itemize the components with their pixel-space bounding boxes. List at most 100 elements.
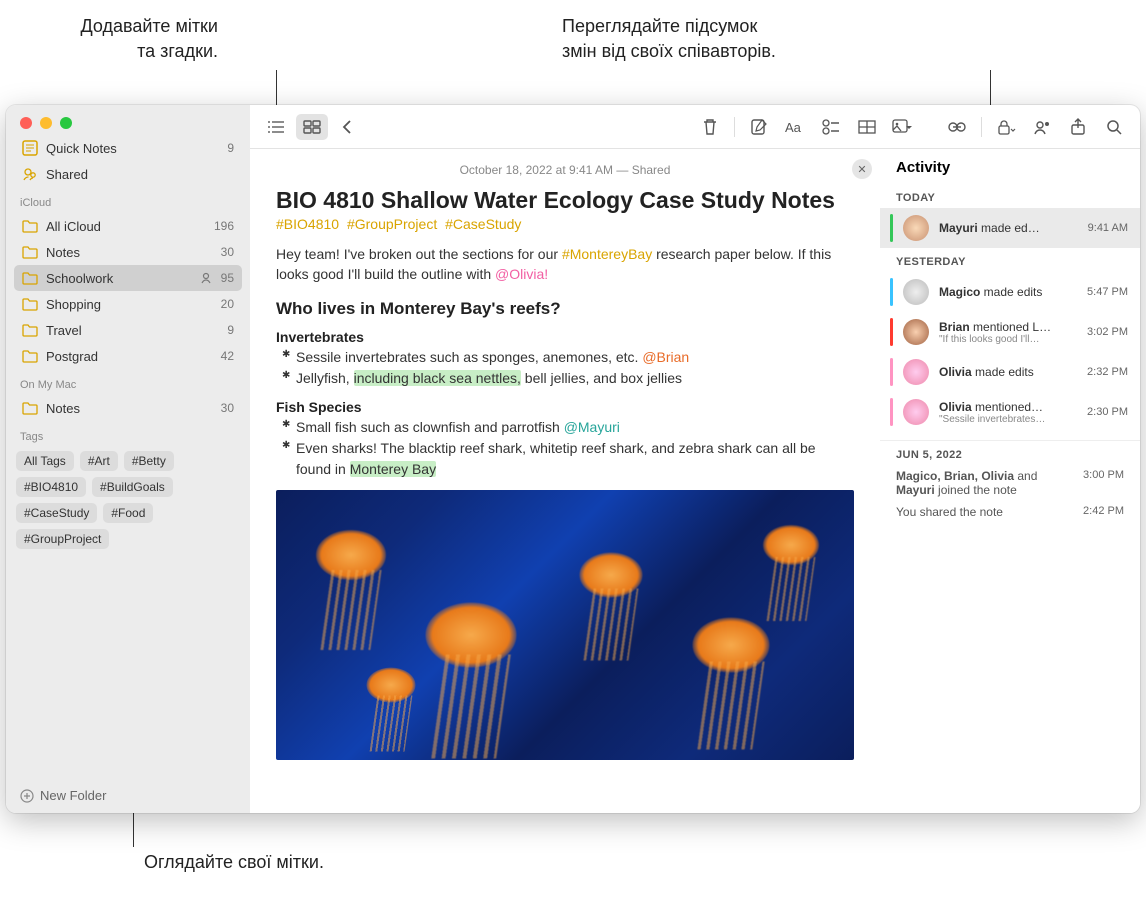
callout-tags-mentions: Додавайте мітки та згадки.	[80, 14, 218, 64]
activity-time: 9:41 AM	[1088, 222, 1128, 234]
share-button[interactable]	[1062, 114, 1094, 140]
sidebar-item-folder[interactable]: Notes 30	[14, 239, 242, 265]
sidebar-item-count: 42	[221, 349, 234, 363]
activity-item[interactable]: Brian mentioned L…"If this looks good I'…	[880, 312, 1140, 352]
folder-icon	[22, 270, 38, 286]
edit-highlight: including black sea nettles,	[354, 370, 521, 386]
new-folder-button[interactable]: New Folder	[6, 778, 250, 813]
note-subheading-invertebrates: Invertebrates	[276, 329, 854, 345]
zoom-window-button[interactable]	[60, 117, 72, 129]
close-activity-button[interactable]: ✕	[852, 159, 872, 179]
note-title: BIO 4810 Shallow Water Ecology Case Stud…	[276, 187, 854, 214]
activity-time: 2:30 PM	[1087, 406, 1128, 418]
folder-icon	[22, 244, 38, 260]
sidebar-section-tags: Tags	[6, 421, 250, 447]
toolbar: Aa	[250, 105, 1140, 149]
note-attached-image[interactable]	[276, 490, 854, 760]
sidebar-item-label: Travel	[46, 323, 219, 338]
tag-pill[interactable]: #Art	[80, 451, 118, 471]
sidebar-item-quick-notes[interactable]: Quick Notes 9	[14, 135, 242, 161]
sidebar-item-folder[interactable]: Shopping 20	[14, 291, 242, 317]
sidebar-item-label: Shopping	[46, 297, 213, 312]
sidebar-item-count: 9	[227, 141, 234, 155]
plus-circle-icon	[20, 789, 34, 803]
new-folder-label: New Folder	[40, 788, 106, 803]
sidebar-item-folder[interactable]: Travel 9	[14, 317, 242, 343]
sidebar-section-onmymac: On My Mac	[6, 369, 250, 395]
folder-icon	[22, 218, 38, 234]
main-area: Aa October 18, 2022 at 9:41 AM — Shared …	[250, 105, 1140, 813]
sidebar-item-label: Notes	[46, 245, 213, 260]
note-tags: #BIO4810 #GroupProject #CaseStudy	[276, 216, 854, 232]
tag-pill[interactable]: #Food	[103, 503, 153, 523]
activity-item[interactable]: Olivia made edits 2:32 PM	[880, 352, 1140, 392]
activity-panel: Activity TODAY Mayuri made ed… 9:41 AM Y…	[880, 149, 1140, 813]
sidebar-item-label: Schoolwork	[46, 271, 191, 286]
sidebar-item-count: 30	[221, 401, 234, 415]
folder-icon	[22, 296, 38, 312]
quick-notes-icon	[22, 140, 38, 156]
activity-time: 3:02 PM	[1087, 326, 1128, 338]
shared-badge-icon	[199, 271, 213, 285]
activity-section-yesterday: YESTERDAY	[880, 248, 1140, 272]
avatar	[903, 359, 929, 385]
back-button[interactable]	[332, 114, 364, 140]
new-note-button[interactable]	[743, 114, 775, 140]
sidebar: Quick Notes 9 Shared iCloud All iCloud 1…	[6, 105, 250, 813]
table-button[interactable]	[851, 114, 883, 140]
tag-pill[interactable]: #BIO4810	[16, 477, 86, 497]
activity-item[interactable]: Magico made edits 5:47 PM	[880, 272, 1140, 312]
sidebar-item-folder[interactable]: Postgrad 42	[14, 343, 242, 369]
mention-mayuri[interactable]: @Mayuri	[564, 419, 620, 435]
svg-text:Aa: Aa	[785, 120, 802, 135]
note-content[interactable]: October 18, 2022 at 9:41 AM — Shared BIO…	[250, 149, 880, 813]
tag-pill[interactable]: #CaseStudy	[16, 503, 97, 523]
collaborate-button[interactable]	[1026, 114, 1058, 140]
window-controls	[6, 105, 250, 135]
folder-icon	[22, 322, 38, 338]
sidebar-item-count: 20	[221, 297, 234, 311]
activity-item[interactable]: Mayuri made ed… 9:41 AM	[880, 208, 1140, 248]
tag-pill[interactable]: #BuildGoals	[92, 477, 173, 497]
sidebar-item-count: 196	[214, 219, 234, 233]
gallery-view-button[interactable]	[296, 114, 328, 140]
list-item: Even sharks! The blacktip reef shark, wh…	[282, 438, 854, 480]
sidebar-item-count: 95	[221, 271, 234, 285]
avatar	[903, 399, 929, 425]
checklist-button[interactable]	[815, 114, 847, 140]
note-subheading-fish: Fish Species	[276, 399, 854, 415]
activity-title: Activity	[880, 149, 1140, 184]
sidebar-item-count: 9	[227, 323, 234, 337]
activity-color-bar	[890, 278, 893, 306]
lock-button[interactable]	[990, 114, 1022, 140]
list-view-button[interactable]	[260, 114, 292, 140]
edit-highlight: Monterey Bay	[350, 461, 436, 477]
sidebar-item-shared[interactable]: Shared	[14, 161, 242, 187]
tag-pill[interactable]: #Betty	[124, 451, 174, 471]
hashtag[interactable]: #MontereyBay	[562, 246, 652, 262]
minimize-window-button[interactable]	[40, 117, 52, 129]
mention-olivia[interactable]: @Olivia!	[495, 266, 548, 282]
activity-time: 2:32 PM	[1087, 366, 1128, 378]
search-button[interactable]	[1098, 114, 1130, 140]
tag-pill[interactable]: All Tags	[16, 451, 74, 471]
activity-color-bar	[890, 214, 893, 242]
media-button[interactable]	[887, 114, 919, 140]
tag-pill[interactable]: #GroupProject	[16, 529, 109, 549]
mention-brian[interactable]: @Brian	[642, 349, 689, 365]
shared-folder-icon	[22, 166, 38, 182]
note-intro: Hey team! I've broken out the sections f…	[276, 244, 854, 285]
sidebar-section-icloud: iCloud	[6, 187, 250, 213]
sidebar-item-label: Postgrad	[46, 349, 213, 364]
delete-button[interactable]	[694, 114, 726, 140]
link-button[interactable]	[941, 114, 973, 140]
close-window-button[interactable]	[20, 117, 32, 129]
activity-item[interactable]: Olivia mentioned…"Sessile invertebrates……	[880, 392, 1140, 432]
sidebar-item-folder[interactable]: All iCloud 196	[14, 213, 242, 239]
folder-icon	[22, 348, 38, 364]
sidebar-item-folder[interactable]: Schoolwork 95	[14, 265, 242, 291]
format-button[interactable]: Aa	[779, 114, 811, 140]
activity-plain-item: You shared the note 2:42 PM	[880, 501, 1140, 523]
sidebar-item-folder[interactable]: Notes 30	[14, 395, 242, 421]
sidebar-item-label: Quick Notes	[46, 141, 219, 156]
